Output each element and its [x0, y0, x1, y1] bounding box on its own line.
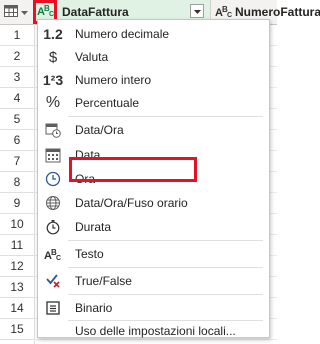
- row-number[interactable]: 14: [0, 298, 34, 319]
- table-menu-button[interactable]: [0, 0, 35, 24]
- menu-item-percent[interactable]: % Percentuale: [38, 91, 269, 115]
- abc-type-icon: A B C: [37, 2, 55, 21]
- menu-item-label: True/False: [75, 274, 132, 288]
- row-number[interactable]: 11: [0, 235, 34, 256]
- svg-text:C: C: [227, 12, 232, 19]
- row-number[interactable]: 8: [0, 172, 34, 193]
- row-number[interactable]: 15: [0, 319, 34, 340]
- percent-icon: %: [45, 94, 61, 111]
- menu-item-text[interactable]: A B C Testo: [38, 242, 269, 266]
- binary-icon: [38, 296, 68, 320]
- row-number-divider: [34, 24, 35, 344]
- menu-separator: [68, 240, 263, 241]
- menu-item-date[interactable]: Data: [38, 143, 269, 167]
- menu-item-datetime[interactable]: Data/Ora: [38, 118, 269, 142]
- row-number[interactable]: 1: [0, 25, 34, 46]
- menu-item-true-false[interactable]: True/False: [38, 269, 269, 293]
- data-type-menu: 1.2 Numero decimale $ Valuta 1²3 Numero …: [37, 19, 270, 338]
- menu-item-binary[interactable]: Binario: [38, 296, 269, 320]
- menu-item-locale[interactable]: Uso delle impostazioni locali...: [38, 319, 269, 343]
- chevron-down-icon: [21, 5, 28, 19]
- row-number[interactable]: 7: [0, 151, 34, 172]
- menu-item-label: Valuta: [75, 50, 109, 64]
- globe-icon: [38, 191, 68, 215]
- menu-item-label: Durata: [75, 220, 112, 234]
- menu-item-datetime-zone[interactable]: Data/Ora/Fuso orario: [38, 191, 269, 215]
- calendar-icon: [38, 143, 68, 167]
- menu-item-label: Percentuale: [75, 96, 140, 110]
- menu-separator: [68, 267, 263, 268]
- svg-text:C: C: [49, 11, 54, 18]
- menu-item-label: Ora: [75, 172, 96, 186]
- column-type-button[interactable]: A B C: [35, 1, 57, 21]
- row-number[interactable]: 13: [0, 277, 34, 298]
- row-number[interactable]: 9: [0, 193, 34, 214]
- menu-item-label: Testo: [75, 247, 104, 261]
- menu-item-label: Uso delle impostazioni locali...: [75, 324, 236, 338]
- row-number[interactable]: 4: [0, 88, 34, 109]
- menu-item-label: Binario: [75, 301, 113, 315]
- menu-item-time[interactable]: Ora: [38, 167, 269, 191]
- menu-item-currency[interactable]: $ Valuta: [38, 45, 269, 69]
- datetime-icon: [38, 118, 68, 142]
- table-icon: [4, 4, 18, 20]
- integer-icon: 1²3: [42, 72, 64, 88]
- clock-icon: [38, 167, 68, 191]
- row-number[interactable]: 2: [0, 46, 34, 67]
- true-false-icon: [38, 269, 68, 293]
- menu-item-duration[interactable]: Durata: [38, 215, 269, 239]
- column-title-datafattura: DataFattura: [62, 5, 129, 19]
- column-title-numerofattura: NumeroFattura: [235, 5, 320, 19]
- decimal-icon: 1.2: [43, 26, 63, 42]
- menu-item-integer[interactable]: 1²3 Numero intero: [38, 68, 269, 92]
- menu-item-decimal[interactable]: 1.2 Numero decimale: [38, 22, 269, 46]
- svg-text:C: C: [56, 255, 61, 262]
- menu-separator: [68, 116, 263, 117]
- currency-icon: $: [48, 48, 58, 66]
- row-number[interactable]: 12: [0, 256, 34, 277]
- text-type-icon: A B C: [38, 242, 68, 266]
- menu-separator: [68, 294, 263, 295]
- row-number[interactable]: 10: [0, 214, 34, 235]
- stopwatch-icon: [38, 215, 68, 239]
- row-number[interactable]: 6: [0, 130, 34, 151]
- menu-item-label: Numero decimale: [75, 27, 170, 41]
- column-filter-button[interactable]: [190, 4, 204, 18]
- row-number[interactable]: 5: [0, 109, 34, 130]
- menu-item-label: Numero intero: [75, 73, 152, 87]
- row-number[interactable]: 3: [0, 67, 34, 88]
- menu-item-label: Data: [75, 148, 101, 162]
- menu-item-label: Data/Ora/Fuso orario: [75, 196, 188, 210]
- menu-item-label: Data/Ora: [75, 123, 124, 137]
- chevron-down-icon: [193, 4, 201, 18]
